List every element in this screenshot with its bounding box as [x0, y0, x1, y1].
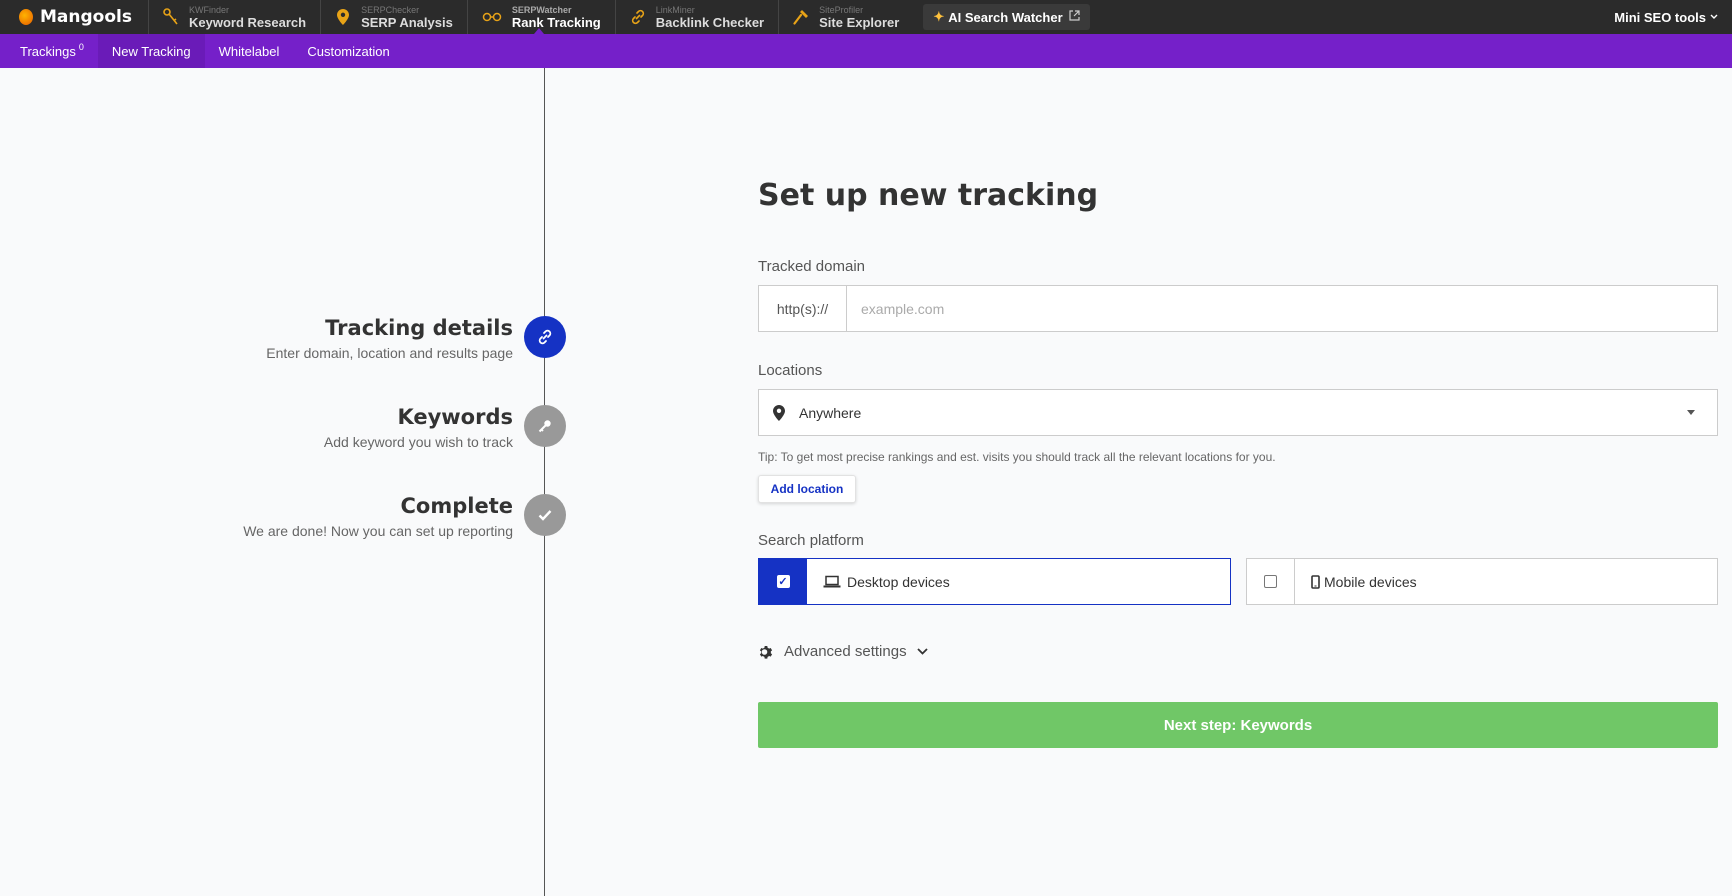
step-1-indicator: [524, 316, 566, 358]
step-description: Add keyword you wish to track: [323, 434, 513, 450]
glasses-icon: [482, 9, 502, 25]
map-pin-icon: [773, 404, 785, 421]
desktop-checkbox-area[interactable]: ✓: [759, 559, 807, 604]
chevron-down-icon: [916, 648, 928, 655]
sparkle-icon: ✦: [933, 9, 945, 24]
tool-site-explorer[interactable]: SiteProfiler Site Explorer: [778, 0, 913, 34]
domain-protocol-prefix: http(s)://: [759, 286, 847, 331]
subnav-new-tracking[interactable]: New Tracking: [97, 34, 205, 68]
subnav-whitelabel[interactable]: Whitelabel: [205, 34, 294, 68]
tool-sub-label: SERPWatcher: [511, 4, 572, 15]
link-icon: [630, 9, 646, 25]
tool-main-label: Keyword Research: [189, 14, 307, 30]
mini-seo-tools-menu[interactable]: Mini SEO tools: [1614, 0, 1718, 34]
mini-seo-tools-label: Mini SEO tools: [1614, 9, 1706, 25]
dropdown-caret-icon: [1687, 410, 1695, 415]
mobile-option-label-wrap: Mobile devices: [1295, 559, 1417, 604]
location-select[interactable]: Anywhere: [758, 389, 1718, 436]
tool-main-label: Site Explorer: [819, 14, 900, 30]
tool-serp-analysis[interactable]: SERPChecker SERP Analysis: [320, 0, 467, 34]
advanced-settings-toggle[interactable]: Advanced settings: [758, 643, 928, 660]
brand-name: Mangools: [40, 7, 132, 27]
page-title: Set up new tracking: [758, 178, 1099, 213]
mobile-phone-icon: [1311, 574, 1320, 589]
tool-sub-label: SERPChecker: [361, 4, 420, 15]
step-2-indicator: [524, 405, 566, 447]
chevron-down-icon: [1710, 12, 1718, 22]
brand-logo[interactable]: Mangools: [0, 0, 148, 34]
locations-label: Locations: [758, 362, 823, 379]
step-title: Complete: [400, 494, 513, 518]
step-description: We are done! Now you can set up reportin…: [243, 523, 513, 539]
tool-main-label: Rank Tracking: [511, 14, 601, 30]
location-value: Anywhere: [799, 404, 862, 421]
tool-main-label: Backlink Checker: [655, 14, 765, 30]
step-title: Tracking details: [325, 316, 513, 340]
mobile-devices-label: Mobile devices: [1324, 573, 1417, 590]
subnav-customization[interactable]: Customization: [293, 34, 403, 68]
tool-main-label: SERP Analysis: [361, 14, 453, 30]
mobile-checkbox-area[interactable]: [1247, 559, 1295, 604]
step-title: Keywords: [397, 405, 513, 429]
location-tip: Tip: To get most precise rankings and es…: [758, 450, 1276, 464]
domain-input[interactable]: [847, 286, 1717, 331]
step-description: Enter domain, location and results page: [266, 345, 513, 361]
gear-icon: [758, 644, 774, 660]
map-pin-icon: [335, 9, 351, 25]
tool-sub-label: SiteProfiler: [819, 4, 864, 15]
step-3-indicator: [524, 494, 566, 536]
subnav-trackings[interactable]: Trackings 0: [0, 34, 98, 68]
mobile-checkbox[interactable]: [1264, 575, 1277, 588]
tool-sub-label: LinkMiner: [655, 4, 695, 15]
tracked-domain-field: http(s)://: [758, 285, 1718, 332]
external-link-icon: [1069, 10, 1080, 24]
tool-sub-label: KWFinder: [189, 4, 230, 15]
search-platform-label: Search platform: [758, 532, 864, 549]
link-icon: [537, 329, 553, 345]
key-icon: [163, 8, 179, 25]
ai-search-watcher-label: AI Search Watcher: [948, 9, 1063, 25]
platform-desktop-option[interactable]: ✓ Desktop devices: [758, 558, 1231, 605]
ai-search-watcher-button[interactable]: ✦ AI Search Watcher: [923, 4, 1090, 30]
desktop-option-label-wrap: Desktop devices: [807, 559, 950, 604]
subnav-trackings-label: Trackings: [20, 43, 76, 59]
sub-navigation: Trackings 0 New Tracking Whitelabel Cust…: [0, 34, 1732, 68]
next-step-button[interactable]: Next step: Keywords: [758, 702, 1718, 748]
tracked-domain-label: Tracked domain: [758, 258, 865, 275]
mangools-logo-icon: [19, 9, 33, 25]
top-navigation-bar: Mangools KWFinder Keyword Research SERPC…: [0, 0, 1732, 34]
laptop-icon: [823, 575, 841, 589]
step-tracking-details: Tracking details Enter domain, location …: [266, 316, 513, 361]
desktop-devices-label: Desktop devices: [847, 573, 950, 590]
platform-mobile-option[interactable]: Mobile devices: [1246, 558, 1718, 605]
step-keywords: Keywords Add keyword you wish to track: [324, 405, 513, 450]
trackings-count-badge: 0: [78, 42, 84, 52]
tool-keyword-research[interactable]: KWFinder Keyword Research: [148, 0, 320, 34]
step-complete: Complete We are done! Now you can set up…: [243, 494, 513, 539]
advanced-settings-label: Advanced settings: [784, 643, 907, 660]
desktop-checkbox[interactable]: ✓: [776, 575, 790, 588]
tool-backlink-checker[interactable]: LinkMiner Backlink Checker: [614, 0, 778, 34]
stepper-line: [544, 68, 545, 896]
hammer-icon: [793, 9, 809, 25]
check-icon: [538, 509, 552, 521]
add-location-button[interactable]: Add location: [758, 475, 856, 503]
key-icon: [538, 419, 552, 433]
